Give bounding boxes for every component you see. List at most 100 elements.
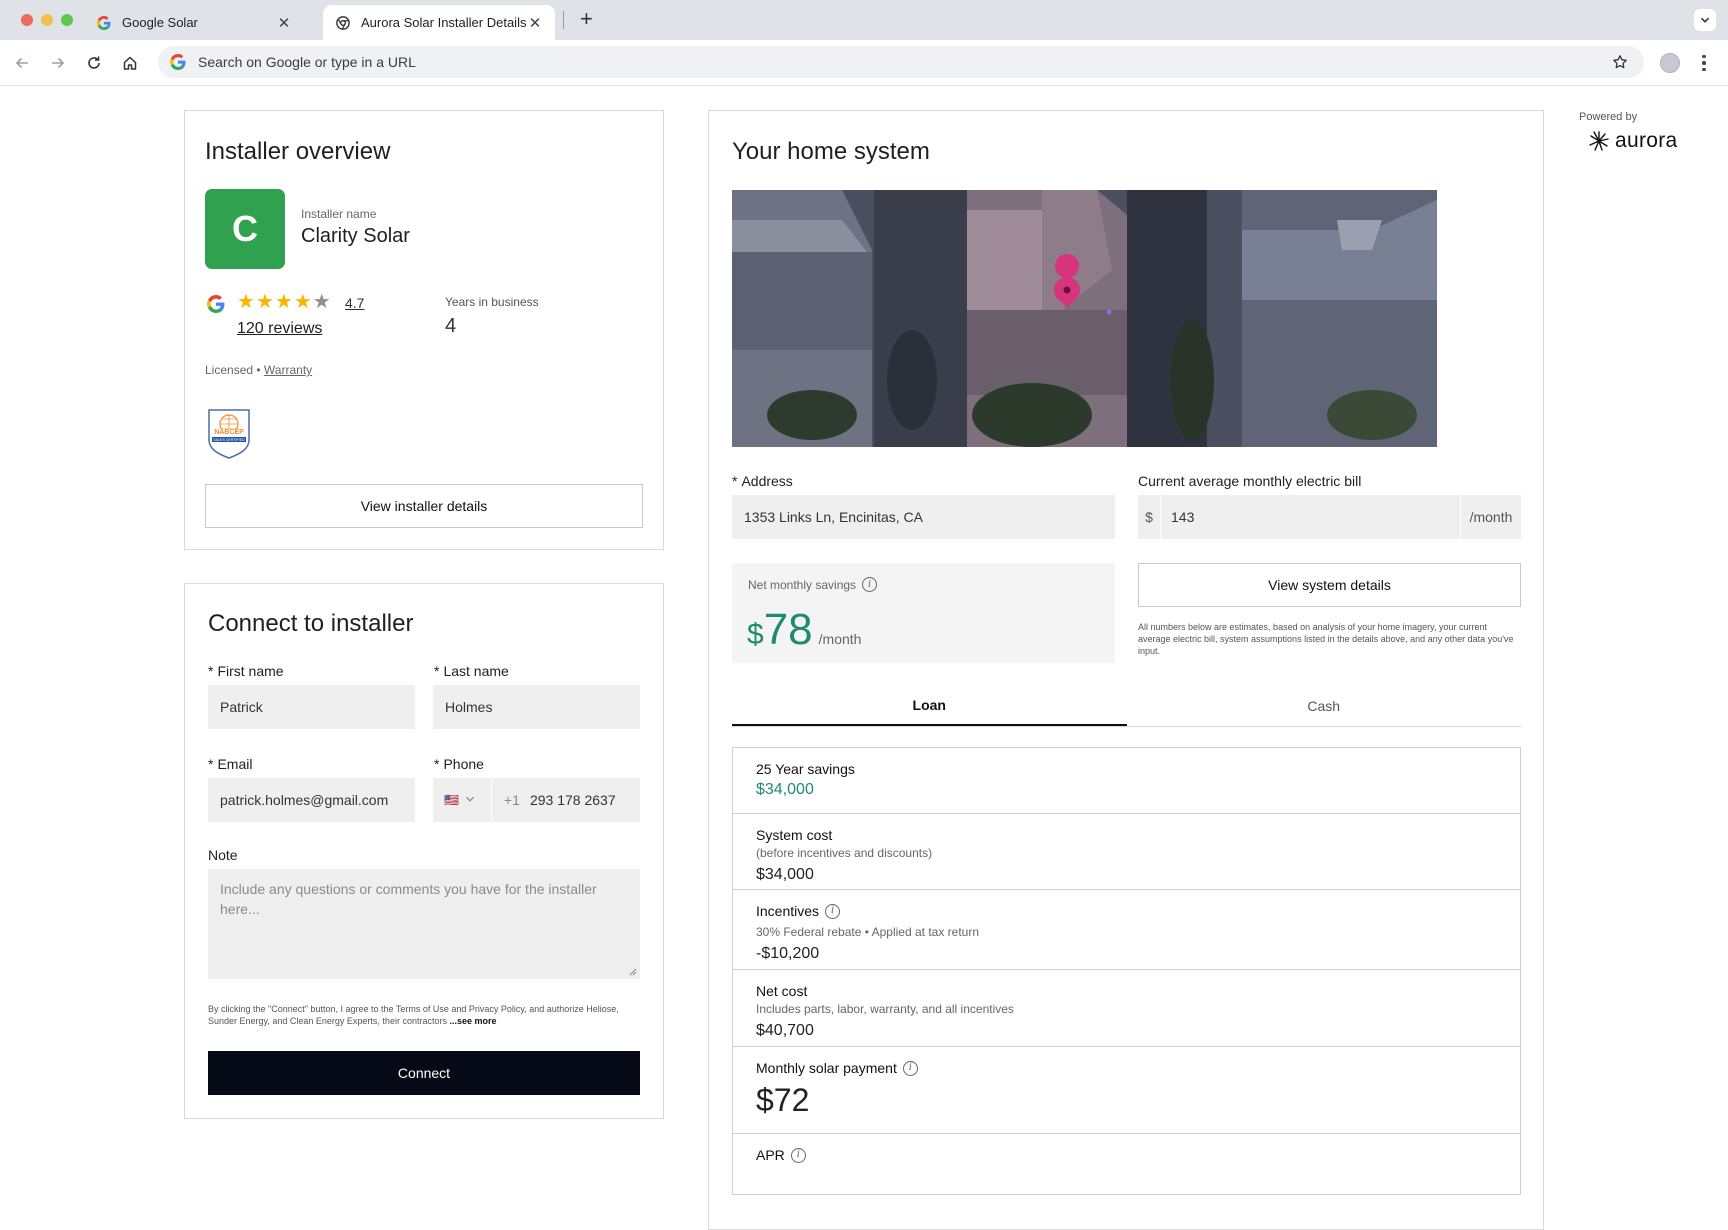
note-textarea[interactable]: Include any questions or comments you ha…: [208, 869, 640, 979]
installer-name: Clarity Solar: [301, 225, 410, 247]
note-label: Note: [208, 847, 238, 863]
row-system-cost: System cost (before incentives and disco…: [733, 814, 1520, 890]
phone-field[interactable]: +1 293 178 2637: [492, 778, 640, 822]
reviews-link[interactable]: 120 reviews: [237, 320, 322, 338]
last-name-field[interactable]: Holmes: [433, 685, 640, 729]
tab-aurora-installer[interactable]: Aurora Solar Installer Details ✕: [323, 5, 555, 40]
browser-toolbar: Search on Google or type in a URL: [0, 40, 1728, 86]
address-bar[interactable]: Search on Google or type in a URL: [158, 46, 1644, 78]
payment-tabs: Loan Cash: [732, 685, 1521, 727]
address-field[interactable]: 1353 Links Ln, Encinitas, CA: [732, 495, 1115, 539]
installer-name-label: Installer name: [301, 207, 377, 221]
row-title: Net cost: [756, 983, 808, 999]
row-value: $34,000: [756, 781, 814, 798]
home-icon[interactable]: [118, 51, 142, 75]
info-icon[interactable]: i: [862, 577, 878, 592]
powered-by-label: Powered by: [1579, 111, 1638, 123]
browser-tab-bar: Google Solar ✕ Aurora Solar Installer De…: [0, 0, 1728, 40]
star-filled-icon: ★: [293, 291, 312, 313]
profile-avatar[interactable]: [1660, 53, 1680, 73]
row-value: $34,000: [756, 866, 814, 883]
tab-loan[interactable]: Loan: [732, 685, 1127, 726]
phone-country-select[interactable]: 🇺🇸: [433, 778, 491, 822]
close-tab-icon[interactable]: ✕: [276, 14, 292, 32]
installer-overview-heading: Installer overview: [205, 138, 391, 165]
tab-cash[interactable]: Cash: [1127, 685, 1522, 726]
aurora-burst-icon: [1589, 131, 1609, 151]
connect-button[interactable]: Connect: [208, 1051, 640, 1095]
email-label: * Email: [208, 756, 253, 772]
see-more-link[interactable]: ...see more: [449, 1016, 496, 1026]
estimate-disclaimer: All numbers below are estimates, based o…: [1138, 622, 1514, 656]
row-25-year-savings: 25 Year savings $34,000: [733, 748, 1520, 814]
row-title: Incentives i: [756, 903, 1497, 919]
net-monthly-savings-label: Net monthly savings i: [748, 577, 878, 592]
aurora-logo[interactable]: aurora: [1588, 129, 1678, 153]
address-label: * Address: [732, 473, 793, 489]
close-window-button[interactable]: [21, 14, 33, 26]
svg-text:NABCEP: NABCEP: [214, 429, 244, 436]
google-icon: [170, 54, 186, 70]
row-subtitle: Includes parts, labor, warranty, and all…: [756, 1002, 1014, 1016]
star-filled-icon: ★: [237, 291, 255, 313]
row-title: Monthly solar payment i: [756, 1060, 1497, 1076]
phone-number: 293 178 2637: [529, 792, 616, 808]
tab-separator: [563, 11, 564, 29]
resize-handle-icon[interactable]: [629, 968, 637, 976]
google-icon: [96, 15, 112, 31]
info-icon[interactable]: i: [790, 1147, 806, 1163]
net-monthly-savings-value: $ 78 /month: [747, 605, 862, 654]
legal-disclaimer: By clicking the "Connect" button, I agre…: [208, 1004, 619, 1026]
svg-text:SALES CERTIFIED: SALES CERTIFIED: [213, 438, 245, 442]
rating-value-link[interactable]: 4.7: [345, 295, 364, 311]
view-installer-details-button[interactable]: View installer details: [205, 484, 643, 528]
aurora-wordmark: aurora: [1615, 129, 1678, 152]
info-icon[interactable]: i: [825, 903, 841, 919]
browser-menu-icon[interactable]: [1700, 51, 1708, 75]
license-info: Licensed • Warranty: [205, 363, 312, 377]
installer-overview-card: Installer overview C Installer name Clar…: [184, 110, 664, 550]
new-tab-icon[interactable]: +: [580, 7, 593, 31]
first-name-label: * First name: [208, 663, 284, 679]
electric-bill-input[interactable]: 143: [1161, 495, 1460, 539]
chevron-down-icon: [465, 793, 475, 807]
maximize-window-button[interactable]: [61, 14, 73, 26]
row-title: 25 Year savings: [756, 761, 855, 777]
forward-arrow-icon[interactable]: [46, 51, 70, 75]
star-rating: ★ ★ ★ ★ ★: [237, 291, 331, 313]
row-value: $72: [756, 1082, 810, 1118]
reload-icon[interactable]: [82, 51, 106, 75]
row-subtitle: 30% Federal rebate • Applied at tax retu…: [756, 925, 980, 939]
nabcep-badge-icon: NABCEP SALES CERTIFIED: [205, 407, 253, 459]
tab-search-chevron-icon[interactable]: [1694, 9, 1716, 31]
row-title: System cost: [756, 827, 833, 843]
row-value: -$10,200: [756, 945, 820, 962]
warranty-link[interactable]: Warranty: [264, 363, 312, 377]
view-system-details-button[interactable]: View system details: [1138, 563, 1521, 607]
electric-bill-field[interactable]: $ 143 /month: [1138, 495, 1521, 539]
licensed-text: Licensed •: [205, 363, 261, 377]
bookmark-star-icon[interactable]: [1610, 52, 1630, 72]
google-reviews-icon: [207, 295, 225, 313]
star-filled-icon: ★: [255, 291, 274, 313]
close-tab-icon[interactable]: ✕: [527, 14, 543, 32]
tab-google-solar[interactable]: Google Solar ✕: [84, 5, 304, 40]
star-filled-icon: ★: [274, 291, 293, 313]
back-arrow-icon[interactable]: [10, 51, 34, 75]
email-field[interactable]: patrick.holmes@gmail.com: [208, 778, 415, 822]
star-empty-icon: ★: [312, 291, 331, 313]
row-monthly-solar-payment: Monthly solar payment i $72: [733, 1047, 1520, 1134]
info-icon[interactable]: i: [902, 1060, 918, 1076]
bill-unit-suffix: /month: [1461, 495, 1521, 539]
years-in-business-value: 4: [445, 315, 457, 337]
aerial-roof-image[interactable]: [732, 190, 1437, 447]
row-incentives: Incentives i 30% Federal rebate • Applie…: [733, 890, 1520, 970]
home-system-heading: Your home system: [732, 138, 930, 165]
first-name-field[interactable]: Patrick: [208, 685, 415, 729]
row-subtitle: (before incentives and discounts): [756, 846, 933, 860]
minimize-window-button[interactable]: [41, 14, 53, 26]
note-placeholder: Include any questions or comments you ha…: [220, 881, 597, 917]
phone-label: * Phone: [434, 756, 484, 772]
chrome-icon: [335, 15, 351, 31]
connect-heading: Connect to installer: [208, 610, 414, 637]
